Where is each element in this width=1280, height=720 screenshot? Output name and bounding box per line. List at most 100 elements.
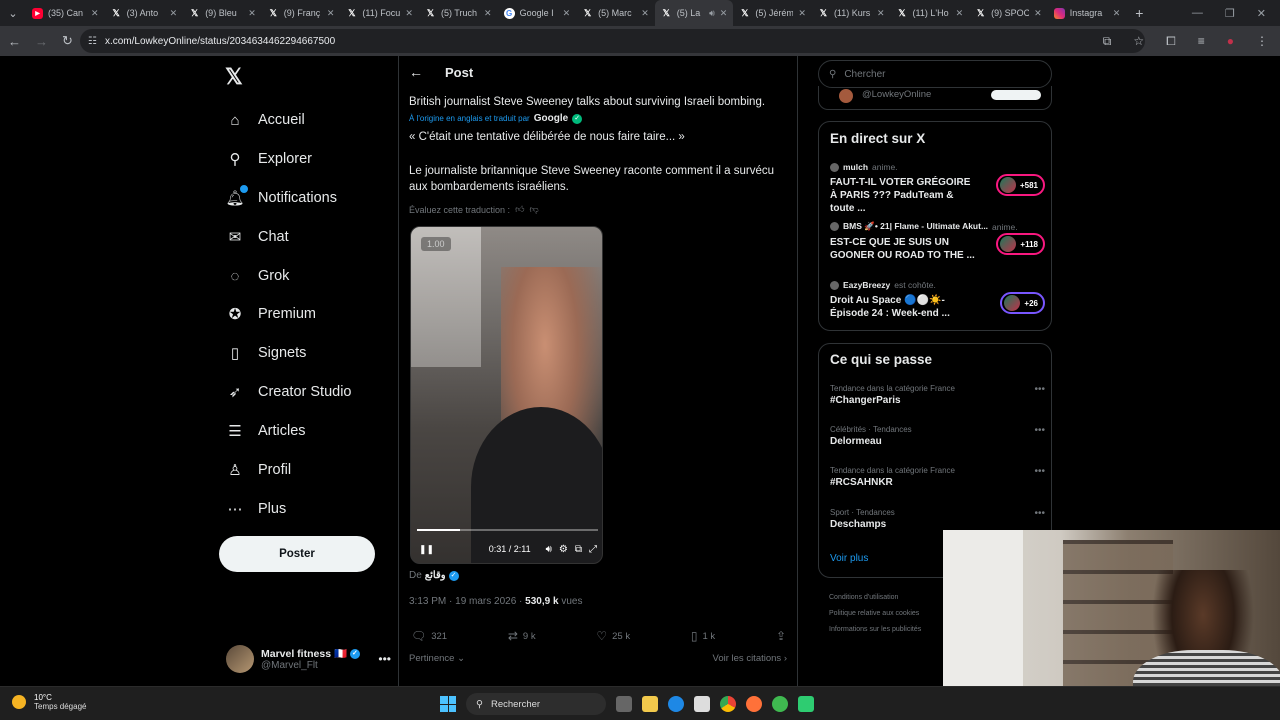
site-info-icon[interactable]: ☷ [88, 36, 97, 47]
nav-item-articles[interactable]: ☰ Articles [226, 416, 305, 446]
repost-button[interactable]: ⇄ 9 k [508, 629, 536, 643]
x-logo-icon[interactable]: 𝕏 [225, 64, 243, 90]
chrome-icon[interactable] [720, 696, 736, 712]
nav-item-chat[interactable]: ✉ Chat [226, 222, 289, 252]
more-options-icon[interactable]: ••• [1034, 508, 1045, 519]
trend-item[interactable]: Célébrités · Tendances Delormeau ••• [830, 425, 1045, 447]
account-switcher[interactable]: Marvel fitness 🇫🇷 ✓ @Marvel_Flt ••• [226, 644, 391, 674]
fullscreen-icon[interactable]: ⤢ [589, 544, 597, 555]
footer-link[interactable]: Conditions d'utilisation [829, 590, 921, 606]
nav-item-accueil[interactable]: ⌂ Accueil [226, 105, 304, 135]
browser-tab[interactable]: 𝕏 (5) Jérém ✕ [733, 0, 812, 26]
extensions-icon[interactable]: ⧠ [1166, 34, 1176, 49]
footer-link[interactable]: Informations sur les publicités [829, 622, 921, 638]
install-app-icon[interactable]: ⧉ [1103, 34, 1112, 49]
sort-dropdown[interactable]: Pertinence ⌄ [409, 653, 465, 664]
close-tab-icon[interactable]: ✕ [248, 8, 256, 19]
reply-button[interactable]: 🗨︎ 321 [411, 629, 447, 643]
close-tab-icon[interactable]: ✕ [327, 8, 335, 19]
close-tab-icon[interactable]: ✕ [1034, 8, 1042, 19]
pip-icon[interactable]: ⧉ [575, 544, 582, 555]
more-options-icon[interactable]: ••• [378, 652, 391, 666]
browser-tab[interactable]: G Google I ✕ [498, 0, 577, 26]
tab-search-icon[interactable]: ⌄ [0, 0, 26, 26]
close-window-icon[interactable]: ✕ [1257, 7, 1266, 20]
playback-rate[interactable]: 1.00 [421, 237, 451, 251]
follow-button[interactable] [991, 90, 1041, 100]
trend-item[interactable]: Tendance dans la catégorie France #RCSAHN… [830, 466, 1045, 488]
live-space-item[interactable]: BMS 🚀• 21| Flame - Ultimate Akut... anime… [830, 221, 1045, 262]
see-more-link[interactable]: Voir plus [830, 553, 868, 564]
bookmark-button[interactable]: ▯ 1 k [691, 629, 715, 643]
view-quotes-link[interactable]: Voir les citations › [713, 653, 787, 664]
translated-label[interactable]: À l'origine en anglais et traduit par [409, 114, 530, 123]
address-bar[interactable]: ☷ x.com/LowkeyOnline/status/203463446229… [80, 29, 1145, 53]
nav-item-grok[interactable]: ◌ Grok [226, 261, 290, 291]
close-tab-icon[interactable]: ✕ [641, 8, 649, 19]
windows-start-icon[interactable] [440, 696, 456, 712]
close-tab-icon[interactable]: ✕ [956, 8, 964, 19]
trend-item[interactable]: Sport · Tendances Deschamps ••• [830, 508, 1045, 530]
close-tab-icon[interactable]: ✕ [720, 8, 728, 19]
app-icon[interactable] [772, 696, 788, 712]
browser-tab[interactable]: 𝕏 (9) Bleu ✕ [183, 0, 262, 26]
nav-item-signets[interactable]: ▯ Signets [226, 338, 307, 368]
thumbs-down-icon[interactable]: 👎︎ [529, 204, 538, 215]
browser-tab[interactable]: 𝕏 (9) Franç ✕ [262, 0, 341, 26]
browser-tab[interactable]: 𝕏 (5) Marc ✕ [576, 0, 655, 26]
nav-item-explorer[interactable]: ⚲ Explorer [226, 144, 313, 174]
volume-icon[interactable]: 🔊︎ [546, 544, 552, 555]
browser-tab[interactable]: 𝕏 (9) SPOC ✕ [969, 0, 1048, 26]
search-input[interactable]: ⚲ Chercher [818, 60, 1052, 88]
like-button[interactable]: ♡ 25 k [596, 629, 630, 643]
browser-tab[interactable]: 𝕏 (11) Kurs ✕ [812, 0, 891, 26]
edge-icon[interactable] [668, 696, 684, 712]
close-tab-icon[interactable]: ✕ [405, 8, 413, 19]
task-view-icon[interactable] [616, 696, 632, 712]
close-tab-icon[interactable]: ✕ [1113, 8, 1121, 19]
source-name[interactable]: وقائع [425, 570, 446, 581]
close-tab-icon[interactable]: ✕ [91, 8, 99, 19]
share-button[interactable]: ⇪ [776, 629, 786, 643]
close-tab-icon[interactable]: ✕ [563, 8, 571, 19]
taskbar-search[interactable]: ⚲ Rechercher [466, 693, 606, 715]
more-options-icon[interactable]: ••• [1034, 384, 1045, 395]
video-player[interactable]: 1.00 ❚❚ 0:31 / 2:11 🔊︎ ⚙ ⧉ ⤢ [410, 226, 603, 564]
thumbs-up-icon[interactable]: 👍︎ [515, 204, 524, 215]
close-tab-icon[interactable]: ✕ [877, 8, 885, 19]
close-tab-icon[interactable]: ✕ [170, 8, 178, 19]
browser-menu-icon[interactable]: ⋮ [1256, 34, 1268, 48]
new-tab-button[interactable]: + [1126, 5, 1152, 21]
app-icon[interactable] [798, 696, 814, 712]
close-tab-icon[interactable]: ✕ [798, 8, 806, 19]
nav-item-premium[interactable]: ✪ Premium [226, 299, 316, 329]
more-options-icon[interactable]: ••• [1034, 425, 1045, 436]
minimize-icon[interactable]: — [1192, 7, 1203, 19]
live-space-item[interactable]: EazyBreezy est cohôte. Droit Au Space 🔵⚪☀️… [830, 280, 1045, 320]
bookmark-star-icon[interactable]: ☆ [1133, 34, 1144, 48]
store-icon[interactable] [694, 696, 710, 712]
nav-item-creator-studio[interactable]: ➶ Creator Studio [226, 377, 352, 407]
nav-item-notifications[interactable]: 🔔︎ Notifications [225, 183, 337, 213]
profile-avatar-icon[interactable]: ● [1227, 34, 1234, 48]
firefox-icon[interactable] [746, 696, 762, 712]
back-arrow-icon[interactable]: ← [409, 64, 423, 80]
nav-item-plus[interactable]: ⋯ Plus [226, 494, 287, 524]
browser-tab[interactable]: 𝕏 (11) L'Ho ✕ [891, 0, 970, 26]
pause-icon[interactable]: ❚❚ [419, 544, 434, 555]
live-space-item[interactable]: mulch anime. FAUT-T-IL VOTER GRÉGOIRE À PA… [830, 162, 1045, 215]
trend-item[interactable]: Tendance dans la catégorie France #Change… [830, 384, 1045, 406]
post-time[interactable]: 3:13 PM · 19 mars 2026 · [409, 596, 525, 607]
video-progress-bar[interactable] [417, 529, 598, 531]
weather-widget[interactable]: 10°C Temps dégagé [12, 693, 86, 711]
forward-icon[interactable]: → [35, 34, 48, 49]
reload-icon[interactable]: ↻ [62, 33, 73, 49]
close-tab-icon[interactable]: ✕ [484, 8, 492, 19]
settings-icon[interactable]: ⚙ [559, 544, 568, 555]
footer-link[interactable]: Politique relative aux cookies [829, 606, 921, 622]
browser-tab[interactable]: ▶ (35) Can ✕ [26, 0, 105, 26]
browser-tab[interactable]: Instagra ✕ [1048, 0, 1127, 26]
audio-icon[interactable]: 🔊︎ [709, 8, 715, 19]
maximize-icon[interactable]: ❐ [1225, 7, 1235, 20]
post-button[interactable]: Poster [219, 536, 375, 572]
